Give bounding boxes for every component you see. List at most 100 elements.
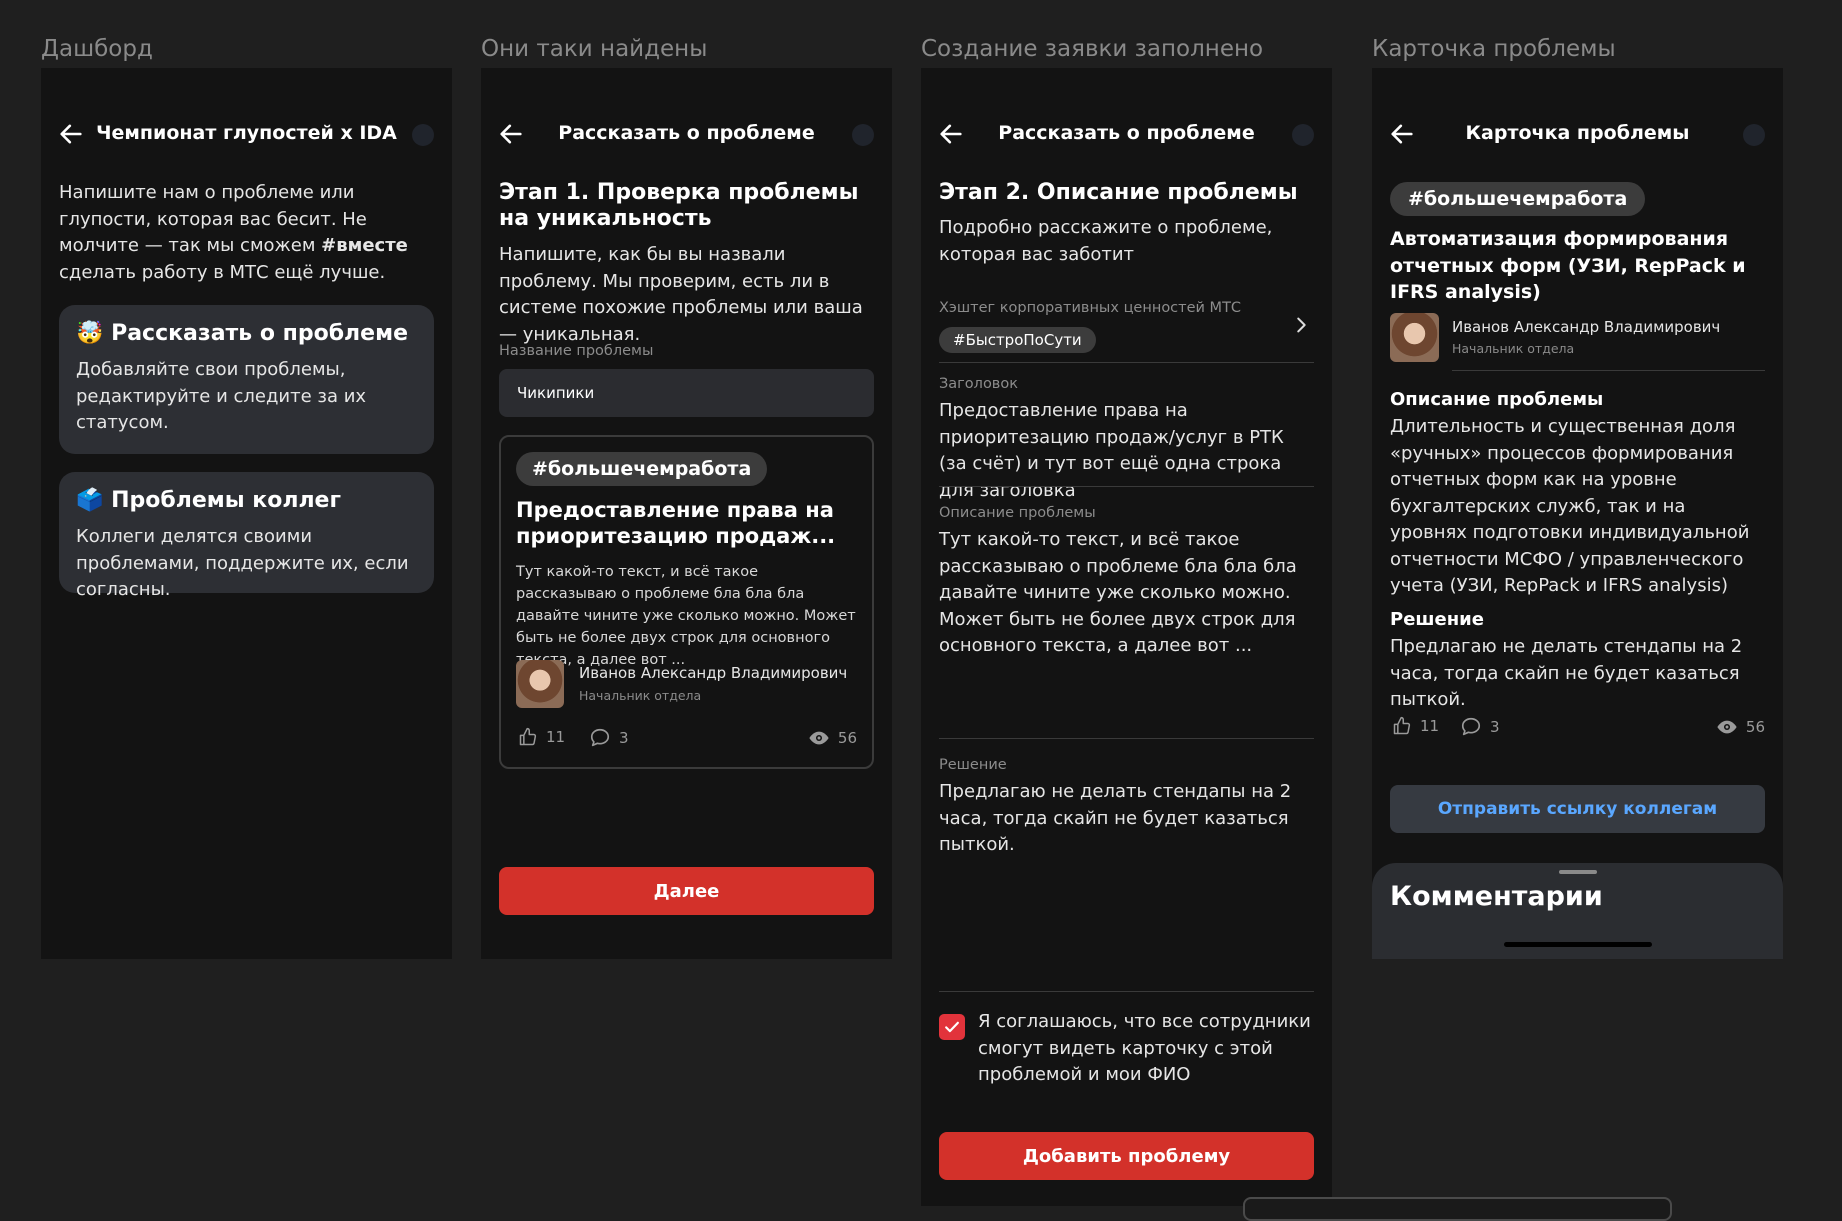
thumbs-up-icon: [518, 727, 538, 747]
step-title: Этап 2. Описание проблемы: [939, 180, 1298, 205]
likes-count: 11: [546, 728, 566, 746]
likes-count: 11: [1420, 717, 1440, 735]
page-title: Рассказать о проблеме: [998, 122, 1255, 144]
card-text: Коллеги делятся своими проблемами, подде…: [76, 526, 409, 600]
card-title: Предоставление права на приоритезацию пр…: [516, 498, 836, 548]
divider: [939, 738, 1314, 739]
avatar[interactable]: [1743, 124, 1765, 146]
frame-title-found: Они таки найдены: [481, 36, 708, 62]
divider: [939, 362, 1314, 363]
intro-text: Напишите нам о проблеме или глупости, ко…: [59, 182, 408, 283]
comments-count: 3: [619, 729, 629, 747]
thumbs-up-icon: [1392, 716, 1412, 736]
card-text: Тут какой-то текст, и всё такое рассказы…: [516, 564, 856, 668]
screen-found: Рассказать о проблеме Этап 1. Проверка п…: [481, 68, 892, 959]
back-arrow-icon[interactable]: [937, 120, 965, 148]
frame-title-dashboard: Дашборд: [41, 36, 153, 62]
top-bar: Карточка проблемы: [1372, 118, 1783, 152]
comments[interactable]: 3: [589, 727, 629, 749]
consent-text: Я соглашаюсь, что все сотрудники смогут …: [978, 1011, 1311, 1085]
back-arrow-icon[interactable]: [497, 120, 525, 148]
card-tell-problem[interactable]: 🤯 Рассказать о проблеме Добавляйте свои …: [59, 305, 434, 454]
author-name: Иванов Александр Владимирович: [1452, 318, 1721, 336]
description-input[interactable]: Тут какой-то текст, и всё такое рассказы…: [939, 527, 1314, 660]
add-problem-button[interactable]: Добавить проблему: [939, 1132, 1314, 1180]
card-text: Добавляйте свои проблемы, редактируйте и…: [76, 359, 367, 433]
screen-filled: Рассказать о проблеме Этап 2. Описание п…: [921, 68, 1332, 1206]
problem-name-input[interactable]: Чикипики: [499, 369, 874, 417]
views: 56: [1716, 716, 1765, 738]
input-value: Чикипики: [517, 384, 595, 402]
divider: [939, 486, 1314, 487]
card-colleague-problems[interactable]: 🗳️ Проблемы коллег Коллеги делятся своим…: [59, 472, 434, 600]
description-label: Описание проблемы: [939, 505, 1096, 521]
avatar[interactable]: [1292, 124, 1314, 146]
frame-title-filled: Создание заявки заполнено: [921, 36, 1264, 62]
step-title: Этап 1. Проверка проблемы на уникальност…: [499, 180, 859, 231]
top-bar: Чемпионат глупостей x IDA: [41, 118, 452, 152]
field-label: Название проблемы: [499, 343, 654, 359]
back-arrow-icon[interactable]: [1388, 120, 1416, 148]
check-icon: [942, 1017, 962, 1037]
screen-detail: Карточка проблемы #большечемработа Автом…: [1372, 68, 1783, 959]
comment-icon: [589, 727, 611, 749]
views-count: 56: [837, 729, 857, 747]
frame-title-detail: Карточка проблемы: [1372, 36, 1616, 62]
card-title: 🤯 Рассказать о проблеме: [76, 321, 408, 346]
problem-title: Автоматизация формирования отчетных форм…: [1390, 228, 1746, 303]
views: 56: [808, 727, 857, 749]
divider: [1452, 370, 1765, 371]
card-title: 🗳️ Проблемы коллег: [76, 488, 341, 513]
solution-label: Решение: [939, 757, 1007, 773]
overflow-card-edge: [1243, 1197, 1672, 1221]
tag-badge: #большечемработа: [1390, 182, 1646, 216]
avatar[interactable]: [412, 124, 434, 146]
eye-icon: [808, 727, 830, 749]
heading-label: Заголовок: [939, 376, 1018, 392]
similar-problem-card[interactable]: #большечемработа Предоставление права на…: [499, 435, 874, 769]
author-role: Начальник отдела: [1452, 341, 1575, 356]
author-name: Иванов Александр Владимирович: [579, 664, 848, 682]
likes[interactable]: 11: [1392, 716, 1439, 736]
ballot-box-icon: 🗳️: [76, 488, 104, 513]
comments-count: 3: [1490, 718, 1500, 736]
solution-text: Предлагаю не делать стендапы на 2 часа, …: [1390, 636, 1743, 710]
comments[interactable]: 3: [1460, 716, 1500, 738]
solution-heading: Решение: [1390, 609, 1484, 630]
description-heading: Описание проблемы: [1390, 389, 1604, 410]
chevron-right-icon[interactable]: [1290, 314, 1312, 336]
sheet-handle[interactable]: [1558, 870, 1597, 874]
comments-heading: Комментарии: [1390, 881, 1603, 912]
step-text: Подробно расскажите о проблеме, которая …: [939, 217, 1273, 265]
hashtag-field[interactable]: Хэштег корпоративных ценностей МТС #Быст…: [939, 300, 1314, 358]
top-bar: Рассказать о проблеме: [481, 118, 892, 152]
heading-input[interactable]: Предоставление права на приоритезацию пр…: [939, 398, 1314, 504]
hashtag-chip[interactable]: #БыстроПоСути: [939, 327, 1096, 353]
screen-dashboard: Чемпионат глупостей x IDA Напишите нам о…: [41, 68, 452, 959]
top-bar: Рассказать о проблеме: [921, 118, 1332, 152]
next-button[interactable]: Далее: [499, 867, 874, 915]
step-text: Напишите, как бы вы назвали проблему. Мы…: [499, 244, 863, 345]
author-role: Начальник отдела: [579, 688, 702, 703]
views-count: 56: [1745, 718, 1765, 736]
hashtag-label: Хэштег корпоративных ценностей МТС: [939, 300, 1242, 316]
author-avatar: [516, 660, 564, 708]
share-link-button[interactable]: Отправить ссылку коллегам: [1390, 785, 1765, 833]
divider: [939, 991, 1314, 992]
home-indicator: [1503, 942, 1652, 947]
tag-badge: #большечемработа: [516, 452, 768, 486]
description-text: Длительность и существенная доля «ручных…: [1390, 416, 1750, 596]
page-title: Рассказать о проблеме: [558, 122, 815, 144]
avatar[interactable]: [852, 124, 874, 146]
back-arrow-icon[interactable]: [57, 120, 85, 148]
comment-icon: [1460, 716, 1482, 738]
solution-input[interactable]: Предлагаю не делать стендапы на 2 часа, …: [939, 779, 1314, 859]
comments-sheet[interactable]: Комментарии: [1372, 863, 1783, 959]
likes[interactable]: 11: [518, 727, 565, 747]
page-title: Чемпионат глупостей x IDA: [96, 122, 397, 144]
consent-checkbox[interactable]: [939, 1014, 965, 1040]
mind-blown-icon: 🤯: [76, 321, 104, 346]
eye-icon: [1716, 716, 1738, 738]
page-title: Карточка проблемы: [1465, 122, 1690, 144]
author-avatar: [1390, 313, 1439, 362]
